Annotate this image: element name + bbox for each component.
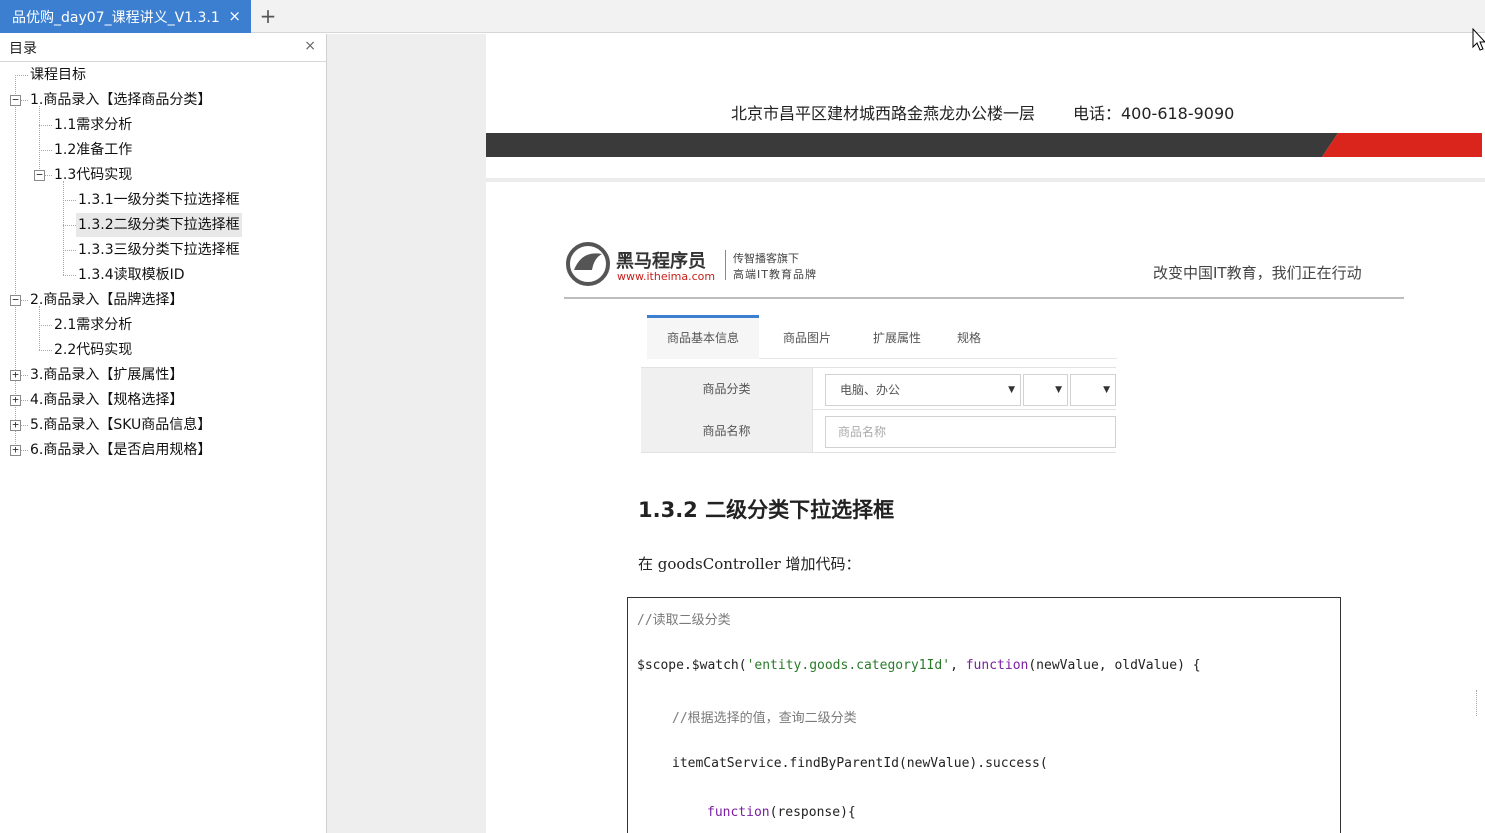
- expand-icon[interactable]: +: [10, 419, 21, 431]
- logo-tagline-1: 传智播客旗下: [733, 252, 799, 265]
- mock-tab: 扩展属性: [872, 331, 921, 345]
- toc-item[interactable]: 课程目标: [28, 63, 88, 87]
- code-comment: //读取二级分类: [637, 613, 731, 628]
- tree-connector: [63, 225, 76, 226]
- toc-item[interactable]: 1.2准备工作: [52, 138, 134, 162]
- chevron-down-icon: ▼: [1103, 385, 1110, 395]
- mock-select: ▼: [1023, 374, 1068, 406]
- tree-connector: [39, 306, 40, 350]
- logo-divider: [725, 250, 726, 280]
- toc-item[interactable]: 1.商品录入【选择商品分类】: [28, 88, 213, 112]
- mouse-pointer-icon: [1472, 28, 1485, 51]
- code-token: (response){: [769, 805, 856, 820]
- toc-header: 目录 ×: [0, 34, 326, 62]
- toc-sidebar: 目录 × 课程目标 −1.商品录入【选择商品分类】 1.1需求分析 1.2准备工作 −1…: [0, 34, 327, 833]
- toc-item[interactable]: 1.1需求分析: [52, 113, 134, 137]
- toc-item[interactable]: 1.3代码实现: [52, 163, 134, 187]
- tree-connector: [63, 181, 64, 275]
- mock-select-value: 电脑、办公: [840, 383, 901, 397]
- expand-icon[interactable]: +: [10, 369, 21, 381]
- code-token: (newValue, oldValue) {: [1028, 658, 1201, 673]
- toc-item[interactable]: 2.2代码实现: [52, 338, 134, 362]
- logo-url: www.itheima.com: [617, 270, 716, 283]
- chevron-down-icon: ▼: [1008, 385, 1015, 395]
- section-heading: 1.3.2 二级分类下拉选择框: [638, 498, 895, 522]
- add-tab-button[interactable]: +: [258, 4, 278, 28]
- toc-item[interactable]: 1.3.2二级分类下拉选择框: [76, 213, 242, 237]
- code-line: $scope.$watch('entity.goods.category1Id'…: [637, 658, 1201, 673]
- tree-connector: [39, 106, 40, 175]
- expand-icon[interactable]: +: [10, 394, 21, 406]
- toc-item[interactable]: 1.3.4读取模板ID: [76, 263, 187, 287]
- mock-tab: 商品基本信息: [647, 315, 759, 359]
- code-string: 'entity.goods.category1Id': [746, 658, 951, 673]
- tree-connector: [39, 325, 52, 326]
- chevron-down-icon: ▼: [1055, 385, 1062, 395]
- mock-select: 电脑、办公 ▼: [825, 374, 1021, 406]
- close-icon[interactable]: ×: [304, 38, 316, 54]
- code-token: $scope.$watch(: [637, 658, 747, 673]
- scrollbar-grip[interactable]: [1476, 690, 1479, 716]
- tree-connector: [63, 250, 76, 251]
- slogan: 改变中国IT教育，我们正在行动: [1153, 264, 1362, 282]
- toc-tree: 课程目标 −1.商品录入【选择商品分类】 1.1需求分析 1.2准备工作 −1.3代码实…: [0, 62, 326, 832]
- logo-rule: [564, 297, 1404, 299]
- page-break: [486, 178, 1485, 182]
- mock-tab: 规格: [956, 331, 981, 345]
- document-tab[interactable]: 品优购_day07_课程讲义_V1.3.1 ×: [0, 0, 251, 33]
- tab-bar: 品优购_day07_课程讲义_V1.3.1 × +: [0, 0, 1485, 33]
- toc-item[interactable]: 3.商品录入【扩展属性】: [28, 363, 185, 387]
- collapse-icon[interactable]: −: [10, 94, 21, 106]
- header-band: [486, 133, 1482, 157]
- tree-connector: [39, 350, 52, 351]
- code-comment: //根据选择的值，查询二级分类: [672, 711, 857, 726]
- mock-form: 商品分类 电脑、办公 ▼ ▼ ▼ 商品名称 商品名称: [641, 367, 1116, 453]
- tree-connector: [39, 125, 52, 126]
- expand-icon[interactable]: +: [10, 444, 21, 456]
- header-address: 北京市昌平区建材城西路金燕龙办公楼一层: [731, 104, 1036, 123]
- tree-connector: [15, 75, 28, 76]
- mock-row: 商品分类 电脑、办公 ▼ ▼ ▼: [641, 368, 1116, 410]
- mock-row: 商品名称 商品名称: [641, 410, 1116, 452]
- code-keyword: function: [707, 805, 770, 820]
- toc-item[interactable]: 2.1需求分析: [52, 313, 134, 337]
- tree-connector: [39, 150, 52, 151]
- toc-title: 目录: [9, 40, 37, 57]
- mock-label: 商品名称: [641, 410, 813, 452]
- document-tab-title: 品优购_day07_课程讲义_V1.3.1: [12, 9, 220, 26]
- mock-tab-strip: 商品基本信息 商品图片 扩展属性 规格: [647, 315, 1117, 359]
- code-line: itemCatService.findByParentId(newValue).…: [672, 756, 1048, 771]
- toc-item[interactable]: 6.商品录入【是否启用规格】: [28, 438, 213, 462]
- tree-connector: [63, 275, 76, 276]
- header-phone: 电话：400-618-9090: [1073, 104, 1235, 123]
- section-paragraph: 在 goodsController 增加代码：: [638, 555, 861, 573]
- mock-input: 商品名称: [825, 416, 1116, 448]
- code-line: function(response){: [707, 805, 856, 820]
- close-icon[interactable]: ×: [228, 7, 241, 25]
- itheima-logo-icon: [566, 242, 610, 286]
- code-token: ,: [950, 658, 966, 673]
- code-keyword: function: [965, 658, 1029, 673]
- toc-item[interactable]: 4.商品录入【规格选择】: [28, 388, 185, 412]
- collapse-icon[interactable]: −: [10, 294, 21, 306]
- toc-item[interactable]: 2.商品录入【品牌选择】: [28, 288, 185, 312]
- workspace-margin: [327, 34, 486, 833]
- mock-tab: 商品图片: [782, 331, 831, 345]
- code-block: //读取二级分类 $scope.$watch('entity.goods.cat…: [627, 597, 1341, 833]
- tree-connector: [63, 200, 76, 201]
- collapse-icon[interactable]: −: [34, 169, 45, 181]
- logo-tagline-2: 高端IT教育品牌: [733, 268, 817, 281]
- toc-item[interactable]: 1.3.3三级分类下拉选择框: [76, 238, 242, 262]
- document-page: 北京市昌平区建材城西路金燕龙办公楼一层 电话：400-618-9090 黑马程序…: [486, 34, 1485, 833]
- toc-item[interactable]: 5.商品录入【SKU商品信息】: [28, 413, 213, 437]
- mock-select: ▼: [1070, 374, 1116, 406]
- mock-label: 商品分类: [641, 368, 813, 410]
- toc-item[interactable]: 1.3.1一级分类下拉选择框: [76, 188, 242, 212]
